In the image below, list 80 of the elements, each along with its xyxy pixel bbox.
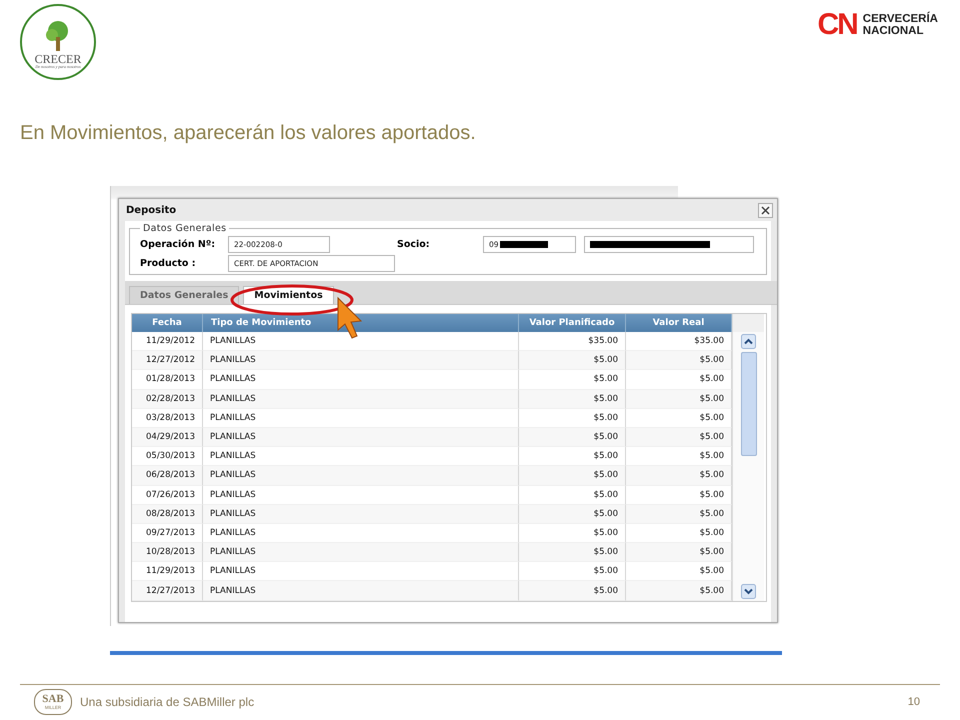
table-cell: 09/27/2013 (132, 524, 203, 544)
table-cell: 04/29/2013 (132, 428, 203, 448)
table-cell: $35.00 (626, 332, 732, 352)
table-cell: $5.00 (519, 524, 626, 544)
scroll-up-icon[interactable] (741, 334, 756, 349)
table-cell: $5.00 (519, 351, 626, 370)
table-cell: PLANILLAS (203, 543, 519, 562)
table-cell: $5.00 (626, 543, 732, 562)
table-cell: 02/28/2013 (132, 390, 203, 409)
table-cell: $5.00 (626, 466, 732, 486)
logo-text: SAB (42, 694, 64, 705)
table-cell: PLANILLAS (203, 447, 519, 466)
table-cell: 05/30/2013 (132, 447, 203, 466)
field-label: Operación Nº: (140, 239, 216, 250)
table-cell: $5.00 (519, 447, 626, 466)
table-cell: 07/26/2013 (132, 486, 203, 505)
column-header: Tipo de Movimiento (203, 314, 519, 332)
scroll-thumb[interactable] (740, 352, 756, 456)
table-cell: 10/28/2013 (132, 543, 203, 562)
logo-name: CRECER (34, 53, 82, 66)
table-cell: $5.00 (626, 370, 732, 390)
table-cell: $5.00 (519, 581, 626, 601)
table-cell: PLANILLAS (203, 486, 519, 505)
slide-heading: En Movimientos, aparecerán los valores aportados. (20, 122, 477, 145)
close-icon[interactable] (758, 202, 773, 218)
field-label: Producto : (140, 258, 197, 269)
table-cell: $5.00 (626, 408, 732, 428)
footer-text: Una subsidiaria de SABMiller plc (80, 695, 254, 709)
table-cell: 11/29/2013 (132, 562, 203, 582)
tab[interactable]: Datos Generales (129, 286, 240, 304)
table-cell: $5.00 (519, 408, 626, 428)
brand-name: CERVECERÍA (862, 13, 938, 25)
table-cell: $5.00 (626, 351, 732, 370)
table-cell: PLANILLAS (203, 581, 519, 601)
table-cell: 11/29/2012 (132, 332, 203, 352)
table-cell: PLANILLAS (203, 370, 519, 390)
table-cell: $5.00 (519, 466, 626, 486)
table-cell: $5.00 (626, 428, 732, 448)
table-cell: PLANILLAS (203, 390, 519, 409)
table-cell: PLANILLAS (203, 351, 519, 370)
table-cell: PLANILLAS (203, 428, 519, 448)
table-cell: 08/28/2013 (132, 504, 203, 524)
table-cell: $35.00 (519, 332, 626, 352)
column-header: Fecha (132, 314, 203, 332)
cursor-icon (338, 296, 362, 339)
table-cell: 12/27/2012 (132, 351, 203, 370)
scroll-down-icon[interactable] (741, 584, 756, 599)
table-cell: PLANILLAS (203, 504, 519, 524)
brand-mark: CN (817, 10, 857, 40)
table-cell: $5.00 (519, 486, 626, 505)
table-cell: $5.00 (626, 581, 732, 601)
column-header: Valor Real (626, 314, 732, 332)
table-cell: 03/28/2013 (132, 408, 203, 428)
table-cell: $5.00 (626, 447, 732, 466)
table-cell: $5.00 (519, 562, 626, 582)
table-cell: $5.00 (626, 504, 732, 524)
table-cell: $5.00 (626, 390, 732, 409)
brand-name: NACIONAL (862, 25, 924, 37)
table-cell: $5.00 (519, 504, 626, 524)
page-number: 10 (908, 696, 920, 708)
table-cell: 01/28/2013 (132, 370, 203, 390)
table-cell: PLANILLAS (203, 562, 519, 582)
table-cell: $5.00 (519, 370, 626, 390)
input-field[interactable] (584, 236, 754, 253)
table-cell: $5.00 (626, 524, 732, 544)
table-cell: 12/27/2013 (132, 581, 203, 601)
dialog-title: Deposito (126, 204, 176, 216)
table-cell: PLANILLAS (203, 524, 519, 544)
field-label: Socio: (397, 239, 431, 250)
table-cell: $5.00 (519, 428, 626, 448)
column-header: Valor Planificado (519, 314, 626, 332)
table-cell: PLANILLAS (203, 466, 519, 486)
table-cell: $5.00 (519, 543, 626, 562)
table-cell: $5.00 (626, 486, 732, 505)
table-cell: PLANILLAS (203, 408, 519, 428)
table-cell: $5.00 (626, 562, 732, 582)
table-cell: 06/28/2013 (132, 466, 203, 486)
fieldset-legend: Datos Generales (140, 223, 230, 234)
table-cell: PLANILLAS (203, 332, 519, 352)
table-cell: $5.00 (519, 390, 626, 409)
